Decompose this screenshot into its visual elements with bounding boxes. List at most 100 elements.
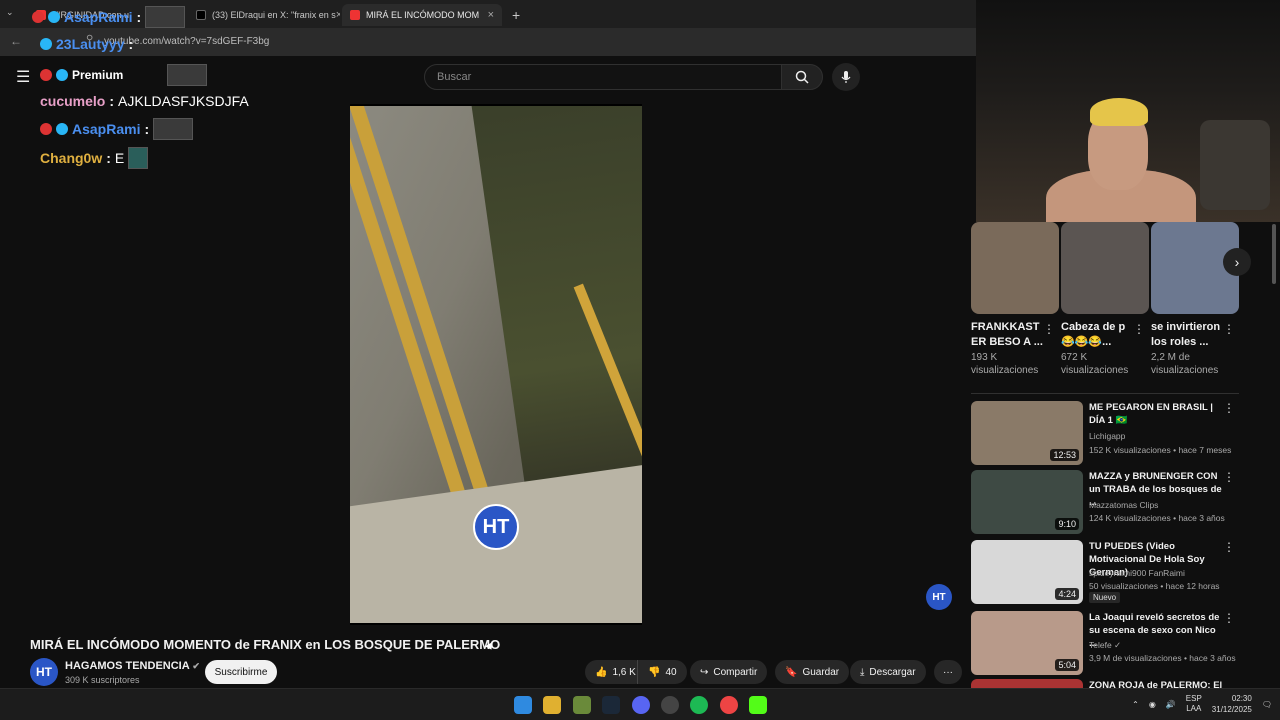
language-indicator[interactable]: ESP LAA (1186, 694, 1202, 714)
system-tray: ⌃ ◉ 🔊 ESP LAA 02:30 31/12/2025 🗨 (1132, 693, 1272, 715)
video-thumbnail[interactable]: 4:24 (971, 540, 1083, 604)
chat-emote-image (128, 147, 149, 169)
more-options-icon[interactable]: ⋮ (1223, 470, 1235, 484)
more-actions-button[interactable]: ··· (934, 660, 962, 684)
windows-taskbar: ⌃ ◉ 🔊 ESP LAA 02:30 31/12/2025 🗨 (0, 688, 1280, 720)
voice-search-button[interactable] (832, 63, 860, 91)
keyboard-layout: LAA (1186, 704, 1202, 713)
webcam-frame (1090, 98, 1148, 126)
more-options-icon[interactable]: ⋮ (1133, 322, 1145, 336)
new-tab-button[interactable]: + (504, 4, 528, 26)
chat-emote-image (153, 118, 194, 140)
recommended-video[interactable]: 5:04 La Joaqui reveló secretos de su esc… (971, 611, 1241, 675)
video-player[interactable]: HT (350, 104, 642, 625)
channel-watermark-button[interactable]: HT (926, 584, 952, 610)
minecraft-icon[interactable] (573, 696, 591, 714)
video-duration: 4:24 (1055, 588, 1079, 600)
recommended-video[interactable]: 9:10 MAZZA y BRUNENGER CON un TRABA de l… (971, 470, 1241, 534)
short-title[interactable]: se invirtieron los roles ... (1151, 320, 1229, 350)
chat-username: cucumelo (40, 93, 106, 109)
video-meta: 50 visualizaciones • hace 12 horas (1089, 581, 1220, 591)
video-meta: 3,9 M de visualizaciones • hace 3 años (1089, 653, 1236, 663)
chat-overlay-message: 23Lautyyy: (40, 36, 133, 52)
clock[interactable]: 02:30 31/12/2025 (1212, 693, 1252, 715)
channel-name[interactable]: HAGAMOS TENDENCIA ✔ (65, 660, 200, 672)
bookmark-icon: 🔖 (785, 666, 798, 678)
short-views: 2,2 M de visualizaciones (1151, 352, 1219, 376)
share-button[interactable]: ↪ Compartir (690, 660, 768, 684)
tab-search-icon[interactable]: ⌄ (6, 7, 14, 18)
tab-eldraqui[interactable]: (33) ElDraqui en X: "franix en s × (188, 4, 340, 26)
tab-current-video[interactable]: MIRÁ EL INCÓMODO MOM × (342, 4, 502, 26)
recommended-video[interactable]: ZONA ROJA de PALERMO: El (971, 679, 1241, 688)
channel-name[interactable]: Mazzatomas Clips (1089, 500, 1158, 510)
channel-name[interactable]: Telefe ✓ (1089, 640, 1121, 651)
short-views: 672 K visualizaciones (1061, 352, 1129, 376)
short-title[interactable]: Cabeza de p 😂😂😂... (1061, 320, 1139, 350)
subscribe-button[interactable]: Suscribirme (205, 660, 277, 684)
download-button[interactable]: ⤓ Descargar (850, 660, 926, 684)
file-explorer-icon[interactable] (543, 696, 561, 714)
more-options-icon[interactable]: ⋮ (1223, 540, 1235, 554)
windows-start-icon[interactable] (514, 696, 532, 714)
chat-badge-icon (40, 69, 52, 81)
channel-name-text: HAGAMOS TENDENCIA (65, 660, 190, 672)
save-button[interactable]: 🔖 Guardar (775, 660, 850, 684)
short-thumbnail[interactable] (971, 222, 1059, 314)
more-options-icon[interactable]: ⋮ (1223, 611, 1235, 625)
close-tab-icon[interactable]: × (488, 9, 494, 21)
chevron-up-icon[interactable]: ⌃ (1132, 700, 1139, 709)
notification-icon[interactable]: 🗨 (1262, 700, 1272, 709)
channel-avatar[interactable]: HT (30, 658, 58, 686)
chat-message: Premium (40, 64, 208, 86)
channel-name[interactable]: Lichigapp (1089, 431, 1125, 441)
chat-badge-icon (40, 123, 52, 135)
scrollbar-thumb[interactable] (1272, 224, 1276, 284)
obs-icon[interactable] (661, 696, 679, 714)
chat-badge-icon (56, 123, 68, 135)
menu-icon[interactable]: ☰ (16, 67, 30, 87)
chat-text: E (114, 150, 125, 166)
speaker-icon[interactable]: 🔊 (1166, 700, 1176, 709)
dislike-button[interactable]: 👎 40 (637, 660, 687, 684)
shorts-next-button[interactable]: › (1223, 248, 1251, 276)
clock-time: 02:30 (1231, 694, 1252, 703)
video-meta: 124 K visualizaciones • hace 3 años (1089, 513, 1225, 523)
spotify-icon[interactable] (690, 696, 708, 714)
close-tab-icon[interactable]: × (336, 9, 340, 21)
more-options-icon[interactable]: ⋮ (1043, 322, 1055, 336)
video-title[interactable]: ZONA ROJA de PALERMO: El (1089, 679, 1223, 688)
kick-icon[interactable] (749, 696, 767, 714)
video-thumbnail[interactable] (971, 679, 1083, 688)
share-icon: ↪ (700, 666, 709, 678)
network-icon[interactable]: ◉ (1149, 700, 1156, 709)
chat-message: Chang0w: E (40, 147, 149, 169)
chat-username: AsapRami (72, 121, 141, 137)
video-title: MIRÁ EL INCÓMODO MOMENTO de FRANIX en LO… (30, 637, 501, 652)
recommended-video[interactable]: 12:53 ME PEGARON EN BRASIL | DÍA 1 🇧🇷 Li… (971, 401, 1241, 465)
search-input[interactable]: Buscar (424, 64, 782, 90)
video-thumbnail[interactable]: 12:53 (971, 401, 1083, 465)
chat-username: AsapRami (64, 9, 133, 25)
chat-message: cucumelo: AJKLDASFJKSDJFA (40, 93, 249, 109)
back-arrow-icon[interactable]: ← (10, 34, 22, 48)
video-thumbnail[interactable]: 9:10 (971, 470, 1083, 534)
chrome-icon[interactable] (720, 696, 738, 714)
recommended-video[interactable]: 4:24 TU PUEDES (Video Motivacional De Ho… (971, 540, 1241, 604)
short-title[interactable]: FRANKKAST ER BESO A ... (971, 320, 1049, 350)
steam-icon[interactable] (602, 696, 620, 714)
more-options-icon[interactable]: ⋮ (1223, 322, 1235, 336)
channel-name[interactable]: spideyraimi900 FanRaimi (1089, 568, 1185, 578)
video-title[interactable]: ME PEGARON EN BRASIL | DÍA 1 🇧🇷 (1089, 401, 1223, 427)
more-options-icon[interactable]: ⋮ (1223, 401, 1235, 415)
video-thumbnail[interactable]: 5:04 (971, 611, 1083, 675)
chat-message: AsapRami: (40, 118, 194, 140)
short-views: 193 K visualizaciones (971, 352, 1039, 376)
search-icon (795, 70, 809, 84)
short-thumbnail[interactable] (1061, 222, 1149, 314)
discord-icon[interactable] (632, 696, 650, 714)
search-button[interactable] (781, 64, 823, 90)
chat-emote-image (167, 64, 208, 86)
video-meta: 152 K visualizaciones • hace 7 meses (1089, 445, 1232, 455)
address-bar: ← ⚲ youtube.com/watch?v=7sdGEF-F3bg (0, 28, 976, 56)
